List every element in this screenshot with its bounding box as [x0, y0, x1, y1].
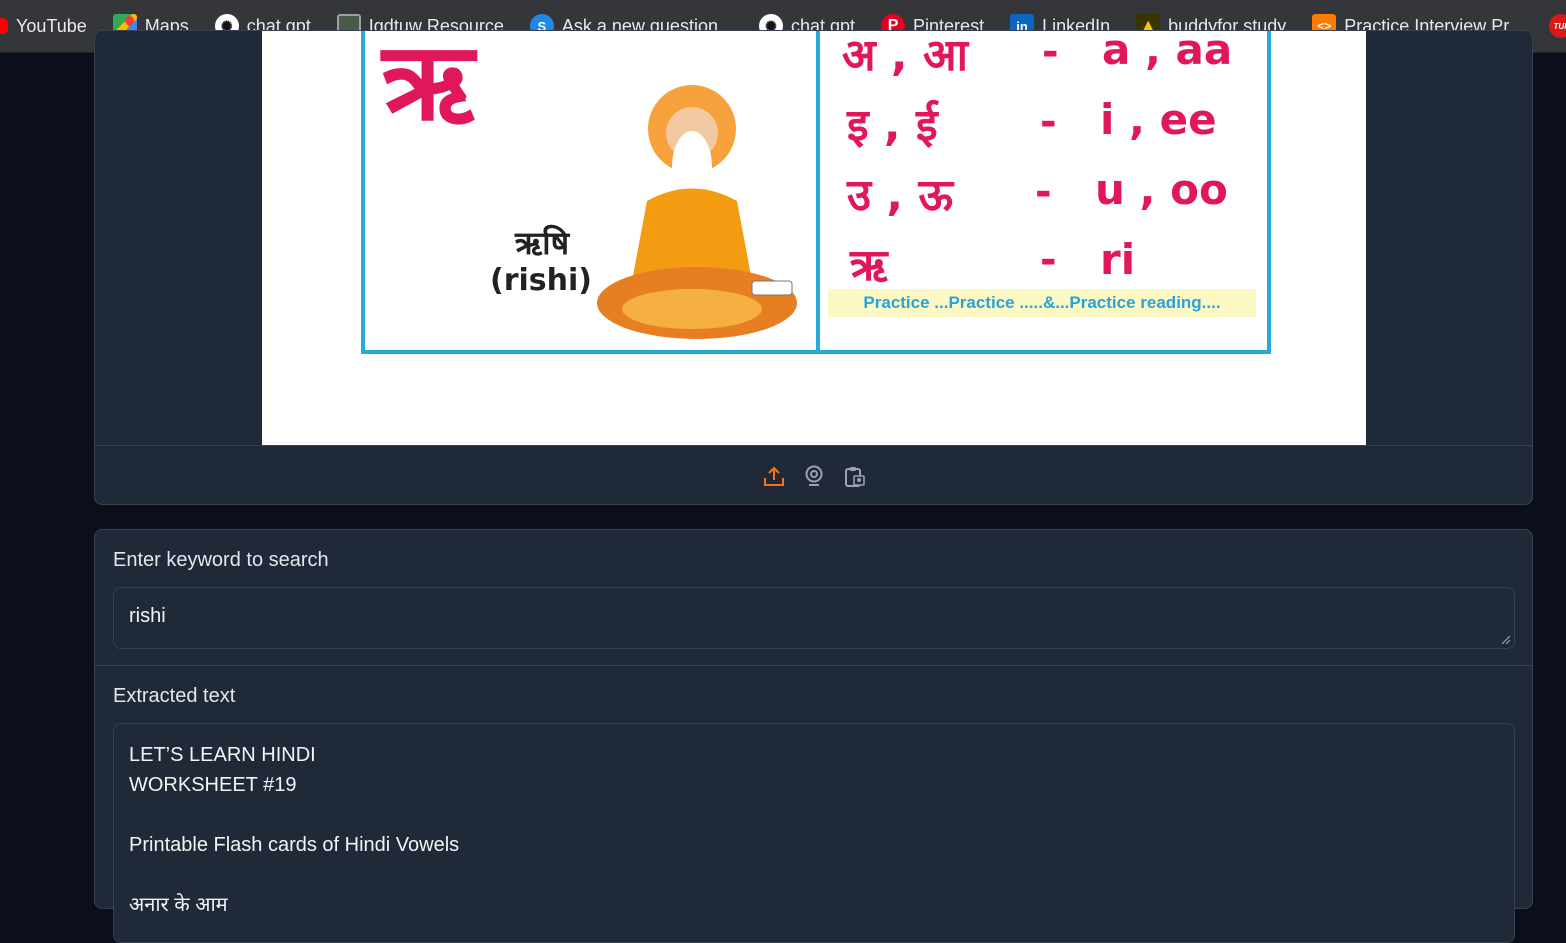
bookmark-label: YouTube: [16, 15, 87, 36]
flashcard-divider: [816, 31, 820, 350]
image-input-panel: ऋ ऋषि (rishi) अ , आ - a , aa इ , ई - i ,…: [94, 30, 1533, 505]
extracted-text-area[interactable]: LET’S LEARN HINDI WORKSHEET #19 Printabl…: [113, 723, 1515, 943]
big-letter: ऋ: [382, 31, 475, 145]
extracted-line: [129, 860, 1499, 890]
webcam-button[interactable]: [802, 464, 826, 488]
upload-button[interactable]: [762, 464, 786, 488]
vowel-row-3-roman: u , oo: [1095, 165, 1228, 214]
vowel-row-4-hindi: ऋ: [850, 240, 888, 291]
search-input[interactable]: rishi: [113, 587, 1515, 649]
vowel-row-1-roman: a , aa: [1102, 31, 1233, 74]
clipboard-paste-button[interactable]: [842, 464, 866, 488]
uploaded-image[interactable]: ऋ ऋषि (rishi) अ , आ - a , aa इ , ई - i ,…: [262, 31, 1366, 445]
resize-handle-icon[interactable]: [1501, 635, 1511, 645]
extracted-line: अनार के आम: [129, 894, 228, 916]
extracted-line: [129, 800, 1499, 830]
vowel-row-4-dash: -: [1040, 237, 1057, 283]
vowel-row-3-hindi: उ , ऊ: [847, 170, 954, 221]
search-label: Enter keyword to search: [113, 549, 329, 571]
upload-icon: [763, 466, 784, 486]
vowel-row-2-hindi: इ , ई: [847, 100, 938, 151]
extracted-text-label: Extracted text: [113, 685, 236, 707]
bookmark-tuf[interactable]: TUF: [1536, 0, 1566, 52]
extracted-line: WORKSHEET #19: [129, 774, 297, 796]
vowel-row-2-dash: -: [1040, 99, 1057, 145]
extracted-line: Printable Flash cards of Hindi Vowels: [129, 834, 460, 856]
extracted-line: LET’S LEARN HINDI: [129, 744, 316, 766]
youtube-icon: [0, 18, 8, 34]
webcam-icon: [805, 465, 822, 486]
word-hindi: ऋषि: [515, 224, 570, 262]
bookmark-youtube[interactable]: YouTube: [0, 0, 100, 52]
vowel-row-2-roman: i , ee: [1100, 95, 1217, 144]
practice-banner: Practice ...Practice .....&...Practice r…: [828, 289, 1256, 317]
vowel-row-4-roman: ri: [1100, 235, 1136, 284]
vowel-row-1-hindi: अ , आ: [842, 31, 968, 81]
tuf-icon: TUF: [1549, 14, 1566, 38]
clipboard-icon: [844, 467, 865, 487]
word-roman: (rishi): [490, 263, 592, 298]
vowel-row-1-dash: -: [1042, 31, 1059, 75]
sage-illustration: [597, 85, 797, 339]
practice-banner-text: Practice ...Practice .....&...Practice r…: [863, 293, 1221, 312]
search-input-value: rishi: [129, 605, 166, 627]
vowel-row-3-dash: -: [1035, 169, 1052, 215]
search-panel: Enter keyword to search rishi Extracted …: [94, 529, 1533, 943]
section-divider: [95, 665, 1532, 666]
image-source-toolbar: [95, 445, 1532, 504]
